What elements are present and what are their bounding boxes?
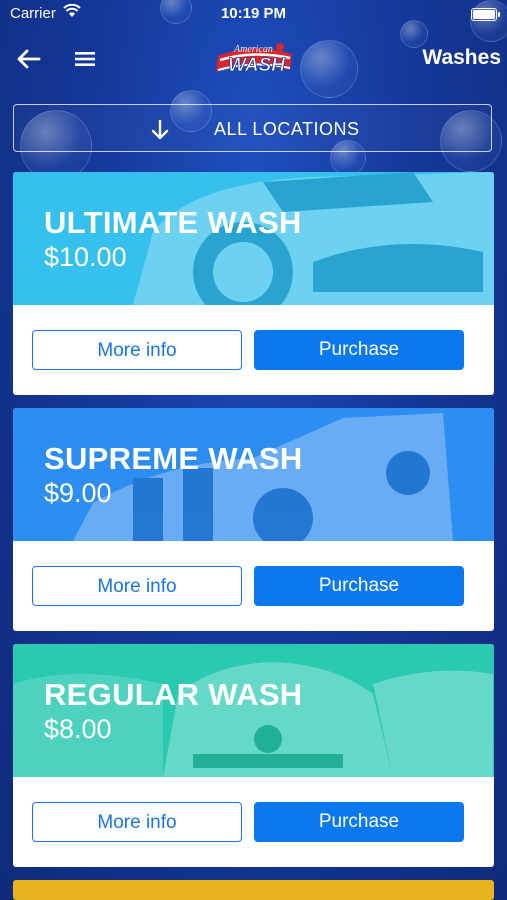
wash-name: REGULAR WASH (44, 677, 303, 712)
app-logo: American WASH (210, 38, 298, 82)
wash-price: $9.00 (44, 478, 112, 508)
wash-price: $10.00 (44, 242, 127, 272)
wash-card: REGULAR WASH $8.00 More info Purchase (13, 644, 494, 867)
wash-card-header: SUPREME WASH $9.00 (13, 408, 494, 541)
wash-card-actions: More info Purchase (13, 541, 494, 631)
wash-card: SUPREME WASH $9.00 More info Purchase (13, 408, 494, 631)
page-title: Washes (422, 46, 501, 69)
more-info-button[interactable]: More info (32, 802, 242, 842)
wash-card-actions: More info Purchase (13, 305, 494, 395)
location-label: ALL LOCATIONS (214, 119, 360, 139)
wash-name: SUPREME WASH (44, 441, 303, 476)
arrow-down-icon (151, 119, 169, 140)
purchase-button[interactable]: Purchase (254, 566, 464, 606)
purchase-button[interactable]: Purchase (254, 330, 464, 370)
more-info-button[interactable]: More info (32, 330, 242, 370)
wash-price: $8.00 (44, 714, 112, 744)
wash-name: ULTIMATE WASH (44, 205, 302, 240)
purchase-button[interactable]: Purchase (254, 802, 464, 842)
wash-card-actions: More info Purchase (13, 777, 494, 867)
logo-text: WASH (228, 55, 286, 76)
hamburger-menu-icon[interactable] (72, 46, 98, 72)
status-time: 10:19 PM (220, 5, 287, 22)
wash-card-header: ULTIMATE WASH $10.00 (13, 172, 494, 305)
wash-card-header: REGULAR WASH $8.00 (13, 644, 494, 777)
wash-card-partial (13, 880, 494, 900)
status-bar: Carrier 10:19 PM (0, 0, 507, 28)
nav-bar: American WASH Washes (0, 36, 507, 82)
location-selector[interactable]: ALL LOCATIONS (13, 104, 492, 152)
back-arrow-icon[interactable] (14, 44, 44, 74)
logo-text-top: American (233, 44, 273, 55)
more-info-button[interactable]: More info (32, 566, 242, 606)
battery-icon (471, 8, 500, 21)
wash-card: ULTIMATE WASH $10.00 More info Purchase (13, 172, 494, 395)
